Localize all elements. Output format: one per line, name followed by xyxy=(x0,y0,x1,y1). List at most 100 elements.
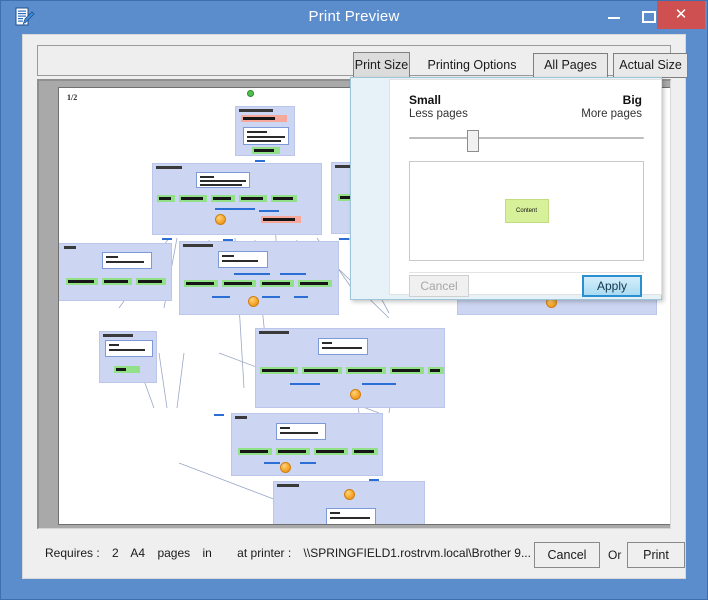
dialog-cancel-button[interactable]: Cancel xyxy=(409,275,469,297)
node-title-bar xyxy=(235,416,247,419)
node-row xyxy=(302,367,342,374)
node-row xyxy=(239,195,267,202)
edge-label xyxy=(262,296,280,298)
node-header-box xyxy=(105,340,153,357)
node-row xyxy=(241,115,287,122)
node-header-box xyxy=(243,127,289,145)
slider-small-label: Small xyxy=(409,93,442,107)
node-title-bar xyxy=(156,166,182,169)
diagram-node xyxy=(235,106,295,156)
edge-label xyxy=(215,208,255,210)
node-title-bar xyxy=(239,109,273,112)
title-bar: Print Preview ✕ xyxy=(1,1,707,34)
print-size-slider[interactable] xyxy=(409,130,644,152)
node-row xyxy=(211,195,235,202)
dialog-divider xyxy=(409,272,644,273)
edge-label xyxy=(214,414,224,416)
layout-preview-box: Content xyxy=(409,161,644,261)
status-bar: Requires : 2 A4 pages in at printer : \\… xyxy=(23,532,685,578)
node-row xyxy=(298,280,332,287)
print-size-dialog: Small Big Less pages More pages Content … xyxy=(350,77,662,300)
node-header-box xyxy=(196,172,250,188)
edge-label xyxy=(212,296,230,298)
node-title-bar xyxy=(103,334,133,337)
content-chip: Content xyxy=(504,199,549,223)
tab-print-size[interactable]: Print Size xyxy=(353,52,410,78)
edge-label xyxy=(234,273,270,275)
actor-icon xyxy=(344,489,355,500)
diagram-node xyxy=(255,328,445,408)
node-row xyxy=(260,367,298,374)
edge-label xyxy=(339,238,349,240)
status-paper-size: A4 xyxy=(130,546,146,560)
node-row xyxy=(222,280,256,287)
node-row xyxy=(314,448,348,455)
node-title-bar xyxy=(259,331,289,334)
diagram-node xyxy=(231,413,383,476)
status-page-count: 2 xyxy=(112,546,119,560)
diagram-node xyxy=(99,331,157,383)
node-header-box xyxy=(326,508,376,524)
node-row xyxy=(271,195,297,202)
status-requires-label: Requires : xyxy=(45,546,100,560)
slider-thumb[interactable] xyxy=(467,130,479,152)
node-row xyxy=(184,280,218,287)
start-node-icon xyxy=(247,90,254,97)
node-row xyxy=(102,278,132,285)
node-row xyxy=(157,195,175,202)
diagram-node xyxy=(179,241,339,315)
print-preview-window: Print Preview ✕ 1/2 Requires: 2 A4 page… xyxy=(0,0,708,600)
or-label: Or xyxy=(608,548,622,562)
tab-all-pages[interactable]: All Pages xyxy=(533,53,608,78)
edge-label xyxy=(280,273,306,275)
diagram-node xyxy=(59,243,172,301)
actor-icon xyxy=(215,214,226,225)
node-row xyxy=(252,147,280,154)
node-row xyxy=(261,216,301,223)
node-row xyxy=(179,195,207,202)
edge-label xyxy=(362,383,396,385)
node-row xyxy=(114,366,140,373)
node-header-box xyxy=(218,251,268,268)
minimize-button[interactable] xyxy=(599,1,629,30)
node-row xyxy=(390,367,424,374)
maximize-icon xyxy=(642,11,656,23)
status-printer-name: \\SPRINGFIELD1.rostrvm.local\Brother 9..… xyxy=(303,546,531,560)
edge-label xyxy=(255,160,265,162)
node-row xyxy=(238,448,272,455)
node-header-box xyxy=(102,252,152,269)
status-in-word: in xyxy=(202,546,212,560)
status-pages-word: pages xyxy=(157,546,191,560)
actor-icon xyxy=(280,462,291,473)
status-summary: Requires : 2 A4 pages in at printer : \\… xyxy=(45,546,540,560)
slider-more-pages-label: More pages xyxy=(581,108,642,120)
minimize-icon xyxy=(608,17,620,19)
edge-label xyxy=(162,238,172,240)
actor-icon xyxy=(248,296,259,307)
slider-less-pages-label: Less pages xyxy=(409,108,468,120)
edge-label xyxy=(264,462,280,464)
edge-label xyxy=(259,210,279,212)
node-title-bar xyxy=(277,484,299,487)
edge-label xyxy=(300,462,316,464)
print-button[interactable]: Print xyxy=(627,542,685,568)
tab-printing-options[interactable]: Printing Options xyxy=(415,53,529,77)
node-title-bar xyxy=(64,246,76,249)
actor-icon xyxy=(350,389,361,400)
node-row xyxy=(276,448,310,455)
diagram-node xyxy=(273,481,425,524)
dialog-apply-button[interactable]: Apply xyxy=(582,275,642,297)
node-row xyxy=(352,448,378,455)
cancel-button[interactable]: Cancel xyxy=(534,542,600,568)
slider-big-label: Big xyxy=(622,93,642,107)
slider-track xyxy=(409,137,644,139)
edge-label xyxy=(294,296,308,298)
tab-actual-size[interactable]: Actual Size xyxy=(613,53,688,78)
close-button[interactable]: ✕ xyxy=(657,1,705,29)
node-row xyxy=(66,278,98,285)
node-header-box xyxy=(318,338,368,355)
node-title-bar xyxy=(183,244,213,247)
diagram-node xyxy=(152,163,322,235)
node-row xyxy=(136,278,166,285)
node-row xyxy=(260,280,294,287)
